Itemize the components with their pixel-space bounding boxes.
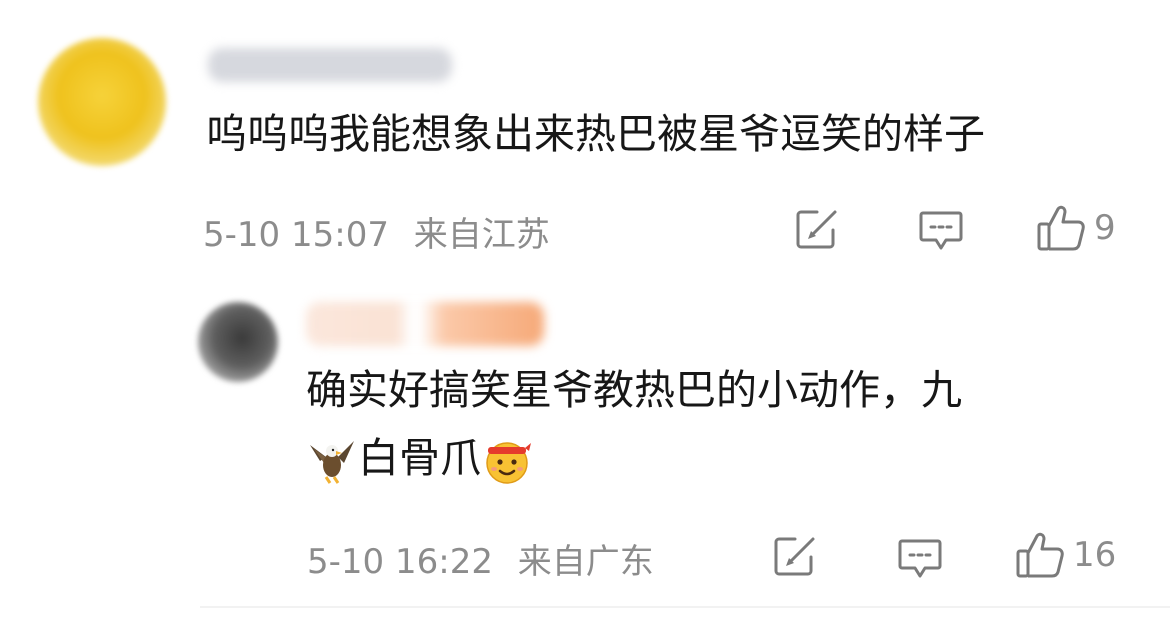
like-count: 16: [1073, 535, 1117, 575]
comment-text-segment: 白骨爪: [358, 434, 481, 482]
divider: [200, 606, 1170, 608]
comment-time: 5-10 15:07: [203, 215, 389, 255]
share-icon: [774, 537, 815, 576]
share-button[interactable]: [795, 208, 839, 250]
reply-comment-item: 确实好搞笑星爷教热巴的小动作，九 白骨爪 5-10 16:22 来自广东 16: [0, 280, 1170, 600]
like-button[interactable]: 9: [1036, 204, 1116, 252]
comment-location: 来自江苏: [413, 215, 550, 255]
comment-meta: 5-10 15:07 来自江苏: [203, 207, 550, 256]
thumbs-up-icon: [1037, 205, 1085, 251]
comment-text: 确实好搞笑星爷教热巴的小动作，九 白骨爪: [306, 356, 1106, 492]
comment-location: 来自广东: [517, 542, 654, 582]
comment-icon: [919, 211, 963, 250]
thumbs-up-icon: [1016, 532, 1064, 578]
username-redacted[interactable]: [306, 302, 544, 346]
eagle-emoji: [306, 435, 358, 487]
comment-text-line-2: 白骨爪: [306, 424, 1106, 492]
avatar[interactable]: [38, 38, 166, 166]
reply-button[interactable]: [897, 538, 943, 580]
comment-time: 5-10 16:22: [307, 542, 493, 582]
avatar[interactable]: [198, 302, 278, 382]
like-count: 9: [1094, 208, 1116, 248]
comment-text-line-1: 确实好搞笑星爷教热巴的小动作，九: [306, 366, 962, 414]
username-redacted[interactable]: [208, 48, 452, 82]
comment-item: 呜呜呜我能想象出来热巴被星爷逗笑的样子 5-10 15:07 来自江苏 9: [0, 0, 1170, 270]
share-icon: [796, 210, 837, 249]
comment-icon: [898, 539, 942, 578]
reply-button[interactable]: [918, 210, 964, 252]
fighting-emoji: [481, 435, 533, 487]
comment-meta: 5-10 16:22 来自广东: [307, 534, 654, 583]
comment-text: 呜呜呜我能想象出来热巴被星爷逗笑的样子: [206, 110, 985, 158]
share-button[interactable]: [773, 535, 817, 577]
like-button[interactable]: 16: [1015, 531, 1116, 579]
